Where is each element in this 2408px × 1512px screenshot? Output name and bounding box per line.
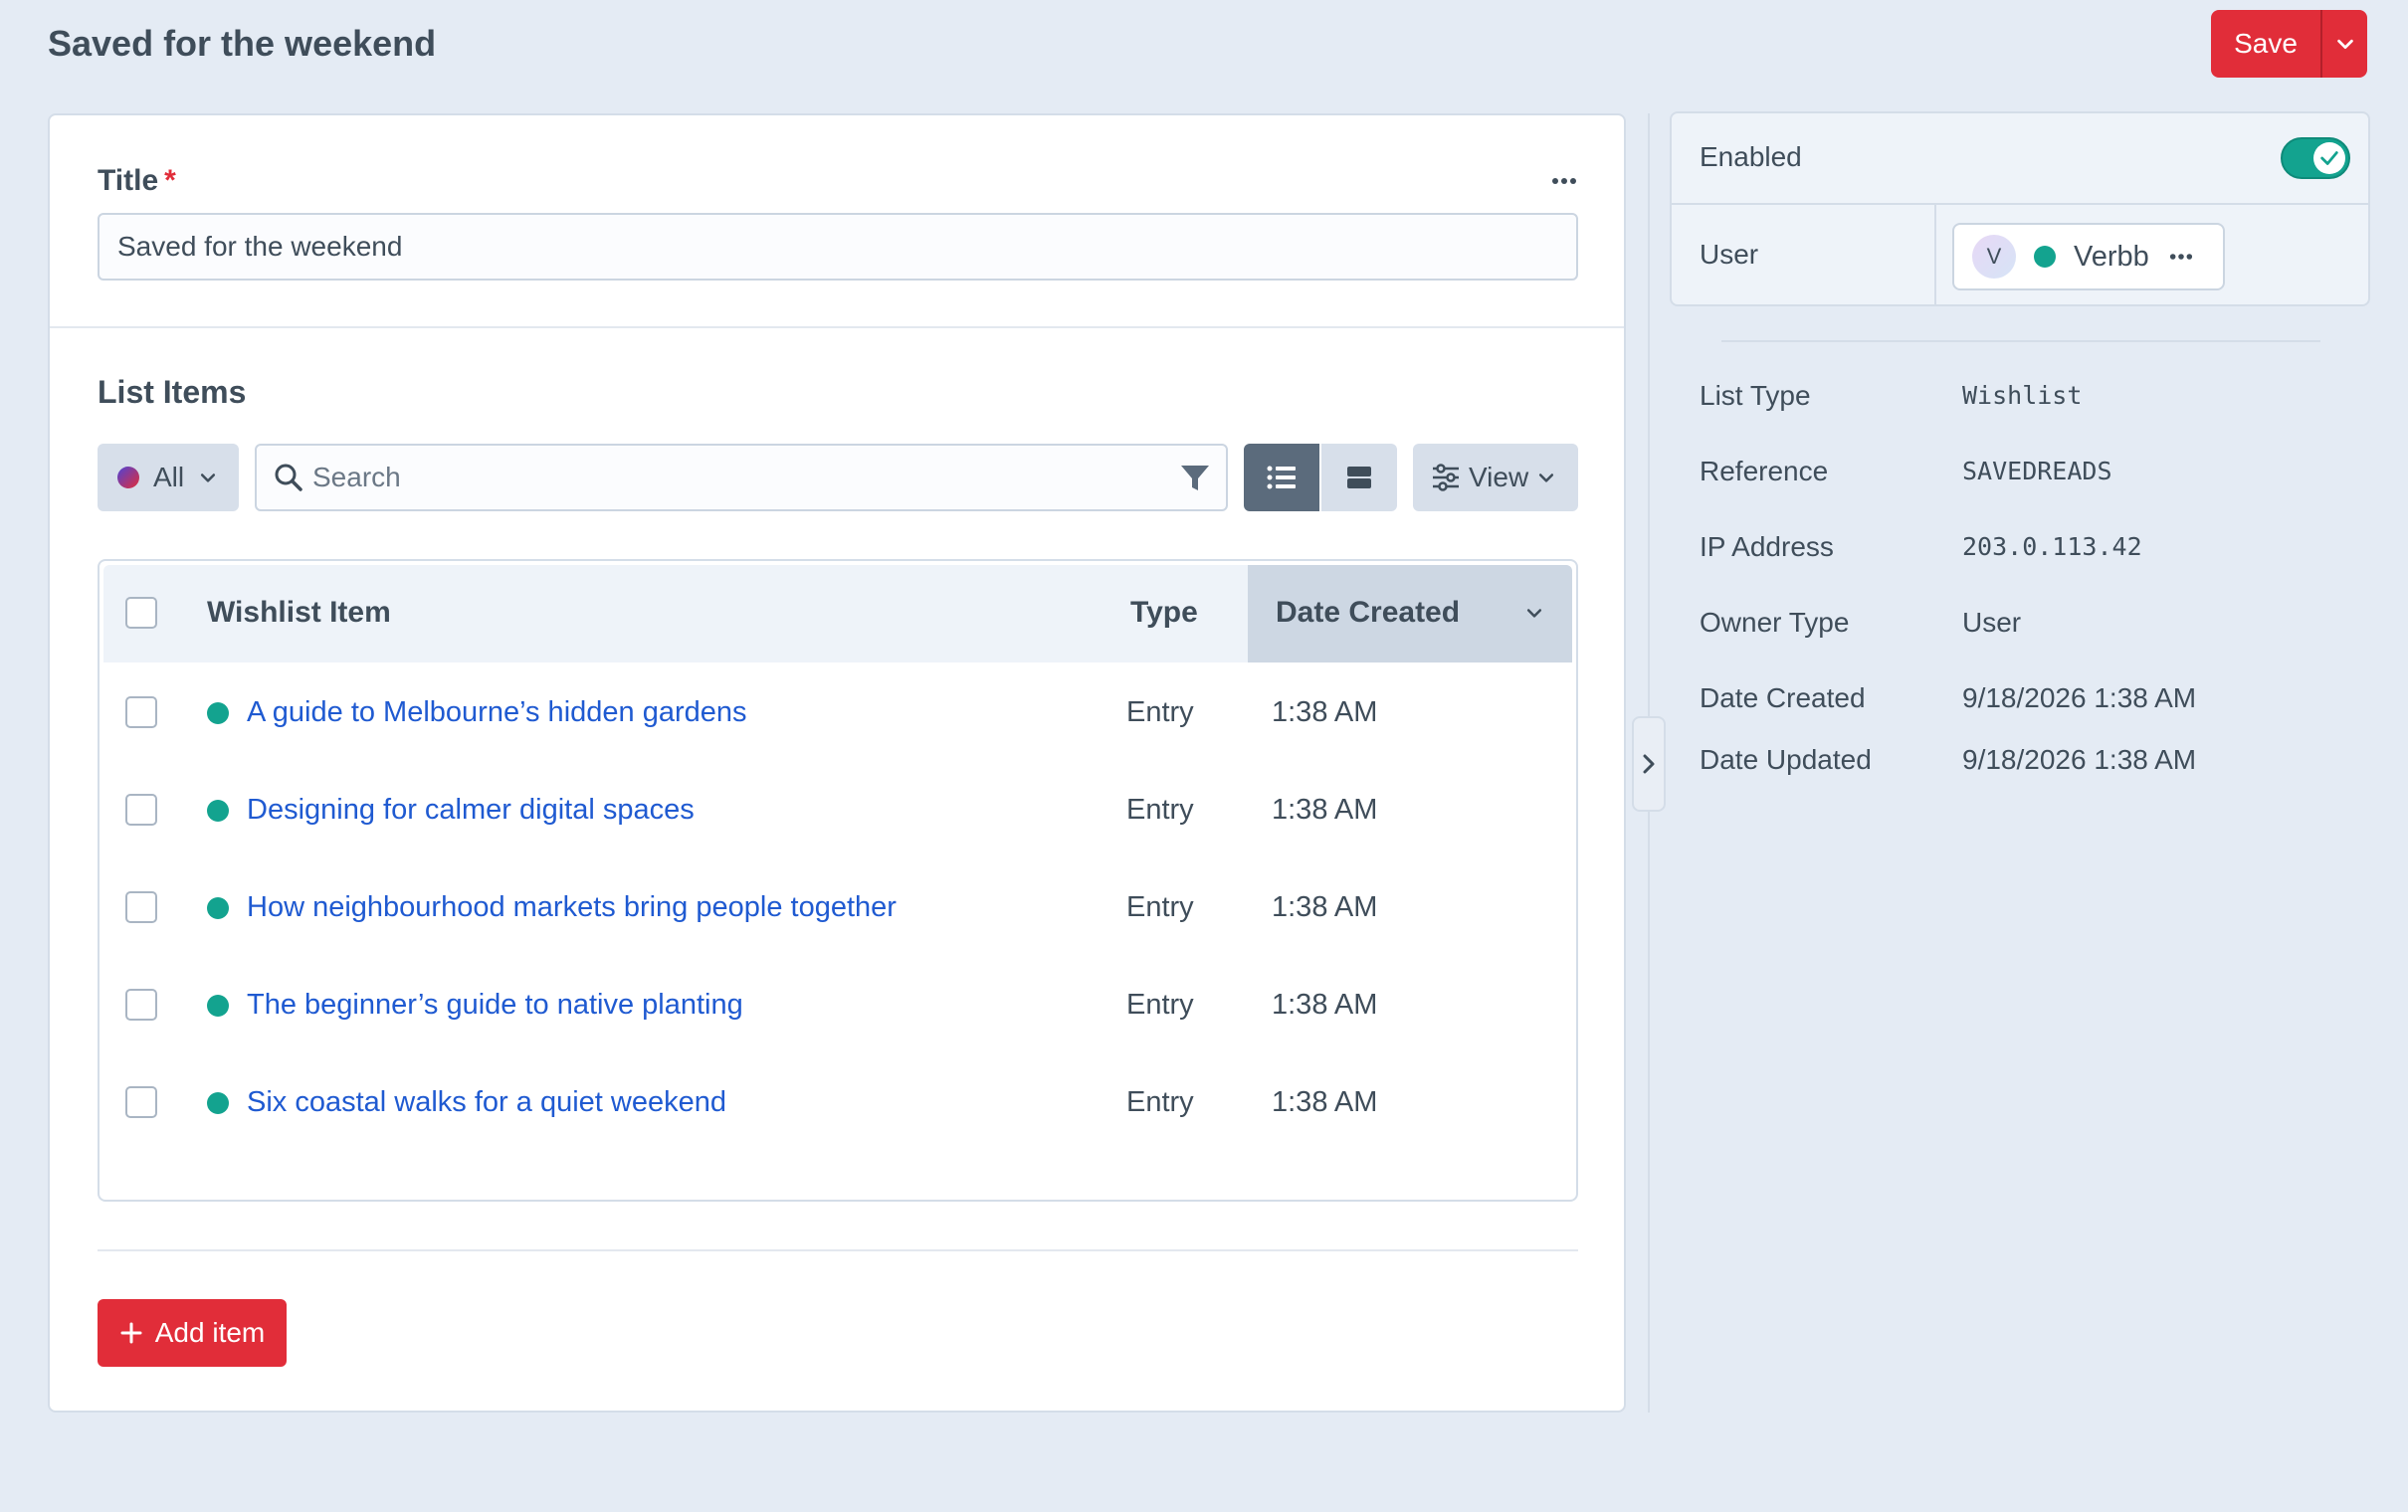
- save-options-button[interactable]: [2320, 10, 2367, 78]
- row-checkbox[interactable]: [125, 1086, 157, 1118]
- view-options-button[interactable]: View: [1413, 444, 1578, 511]
- add-item-label: Add item: [154, 1317, 266, 1348]
- status-enabled-indicator: [207, 897, 229, 919]
- status-enabled-indicator: [207, 995, 229, 1017]
- row-title-link[interactable]: How neighbourhood markets bring people t…: [247, 887, 897, 927]
- cards-icon: [1347, 467, 1371, 488]
- title-field-label: Title *: [98, 161, 176, 201]
- info-value-list-type: Wishlist: [1962, 381, 2083, 410]
- main-content-card: Title* List Items All View Wishlist Item…: [48, 113, 1626, 1413]
- status-enabled-indicator: [207, 702, 229, 724]
- section-divider: [50, 326, 1624, 328]
- user-status-indicator: [2034, 246, 2056, 268]
- info-value-owner-type: User: [1962, 607, 2022, 638]
- chevron-right-icon: [1643, 754, 1655, 774]
- row-type: Entry: [1126, 891, 1194, 923]
- chevron-down-icon: [1539, 473, 1554, 482]
- row-date-created: 1:38 AM: [1272, 794, 1378, 826]
- list-icon: [1267, 466, 1296, 489]
- plus-icon: [120, 1322, 142, 1344]
- chevron-down-icon: [2336, 39, 2353, 50]
- user-name: Verbb: [2074, 240, 2149, 273]
- toggle-knob: [2313, 142, 2345, 174]
- required-indicator: *: [164, 164, 176, 197]
- row-title-link[interactable]: The beginner’s guide to native planting: [247, 985, 743, 1025]
- row-checkbox[interactable]: [125, 794, 157, 826]
- meta-divider: [1672, 203, 2368, 205]
- filter-icon[interactable]: [1178, 461, 1212, 494]
- column-header-type[interactable]: Type: [1130, 593, 1198, 633]
- enabled-toggle[interactable]: [2281, 137, 2350, 179]
- ellipsis-icon: [1552, 178, 1576, 184]
- info-label-owner-type: Owner Type: [1700, 607, 1850, 638]
- row-date-created: 1:38 AM: [1272, 989, 1378, 1021]
- row-date-created: 1:38 AM: [1272, 1086, 1378, 1118]
- save-button[interactable]: Save: [2211, 10, 2320, 78]
- status-filter-button[interactable]: All: [98, 444, 239, 511]
- entry-meta-card: Enabled User V Verbb: [1670, 111, 2370, 306]
- status-filter-label: All: [153, 462, 185, 492]
- save-button-group: Save: [2211, 10, 2367, 78]
- sliders-icon: [1433, 464, 1459, 491]
- cards-view-button[interactable]: [1321, 444, 1397, 511]
- chevron-down-icon: [201, 473, 216, 482]
- enabled-label: Enabled: [1700, 141, 1802, 172]
- info-label-ip-address: IP Address: [1700, 531, 1834, 562]
- info-label-date-created: Date Created: [1700, 682, 1866, 713]
- user-actions-button[interactable]: [2169, 253, 2193, 261]
- row-title-link[interactable]: Six coastal walks for a quiet weekend: [247, 1082, 726, 1122]
- meta-column-divider: [1934, 205, 1936, 304]
- info-label-date-updated: Date Updated: [1700, 744, 1872, 775]
- ellipsis-icon: [2169, 254, 2192, 260]
- row-checkbox[interactable]: [125, 891, 157, 923]
- view-options-label: View: [1469, 462, 1529, 492]
- status-enabled-indicator: [207, 1092, 229, 1114]
- row-date-created: 1:38 AM: [1272, 891, 1378, 923]
- row-title-link[interactable]: A guide to Melbourne’s hidden gardens: [247, 692, 747, 732]
- info-value-date-created: 9/18/2026 1:38 AM: [1962, 682, 2197, 713]
- info-label-reference: Reference: [1700, 456, 1829, 486]
- list-items-table: Wishlist Item Type Date Created A guide …: [98, 559, 1578, 1202]
- row-type: Entry: [1126, 989, 1194, 1021]
- title-input[interactable]: [98, 213, 1578, 281]
- status-enabled-indicator: [207, 800, 229, 822]
- section-divider: [98, 1249, 1578, 1251]
- search-box: [255, 444, 1228, 511]
- table-view-button[interactable]: [1244, 444, 1319, 511]
- row-title-link[interactable]: Designing for calmer digital spaces: [247, 790, 695, 830]
- chevron-down-icon[interactable]: [1524, 603, 1544, 623]
- select-all-checkbox[interactable]: [125, 597, 157, 629]
- collapse-sidebar-button[interactable]: [1632, 716, 1666, 812]
- info-label-list-type: List Type: [1700, 380, 1811, 411]
- row-checkbox[interactable]: [125, 989, 157, 1021]
- page-title: Saved for the weekend: [48, 23, 437, 64]
- row-type: Entry: [1126, 1086, 1194, 1118]
- field-actions-button[interactable]: [1540, 157, 1588, 205]
- info-value-reference: SAVEDREADS: [1962, 457, 2112, 485]
- row-checkbox[interactable]: [125, 696, 157, 728]
- sidebar-divider: [1721, 340, 2320, 342]
- row-date-created: 1:38 AM: [1272, 696, 1378, 728]
- add-item-button[interactable]: Add item: [98, 1299, 287, 1367]
- info-value-date-updated: 9/18/2026 1:38 AM: [1962, 744, 2197, 775]
- check-icon: [2320, 151, 2338, 165]
- list-items-heading: List Items: [98, 374, 247, 410]
- info-value-ip-address: 203.0.113.42: [1962, 532, 2142, 561]
- title-label-text: Title: [98, 164, 159, 197]
- column-header-item[interactable]: Wishlist Item: [207, 593, 391, 633]
- search-icon: [275, 464, 302, 491]
- column-header-date-created[interactable]: Date Created: [1276, 593, 1460, 633]
- row-type: Entry: [1126, 696, 1194, 728]
- status-all-indicator: [117, 467, 139, 488]
- row-type: Entry: [1126, 794, 1194, 826]
- avatar: V: [1972, 235, 2016, 279]
- search-input[interactable]: [304, 448, 1178, 507]
- user-chip[interactable]: V Verbb: [1952, 223, 2225, 290]
- user-label: User: [1700, 239, 1759, 270]
